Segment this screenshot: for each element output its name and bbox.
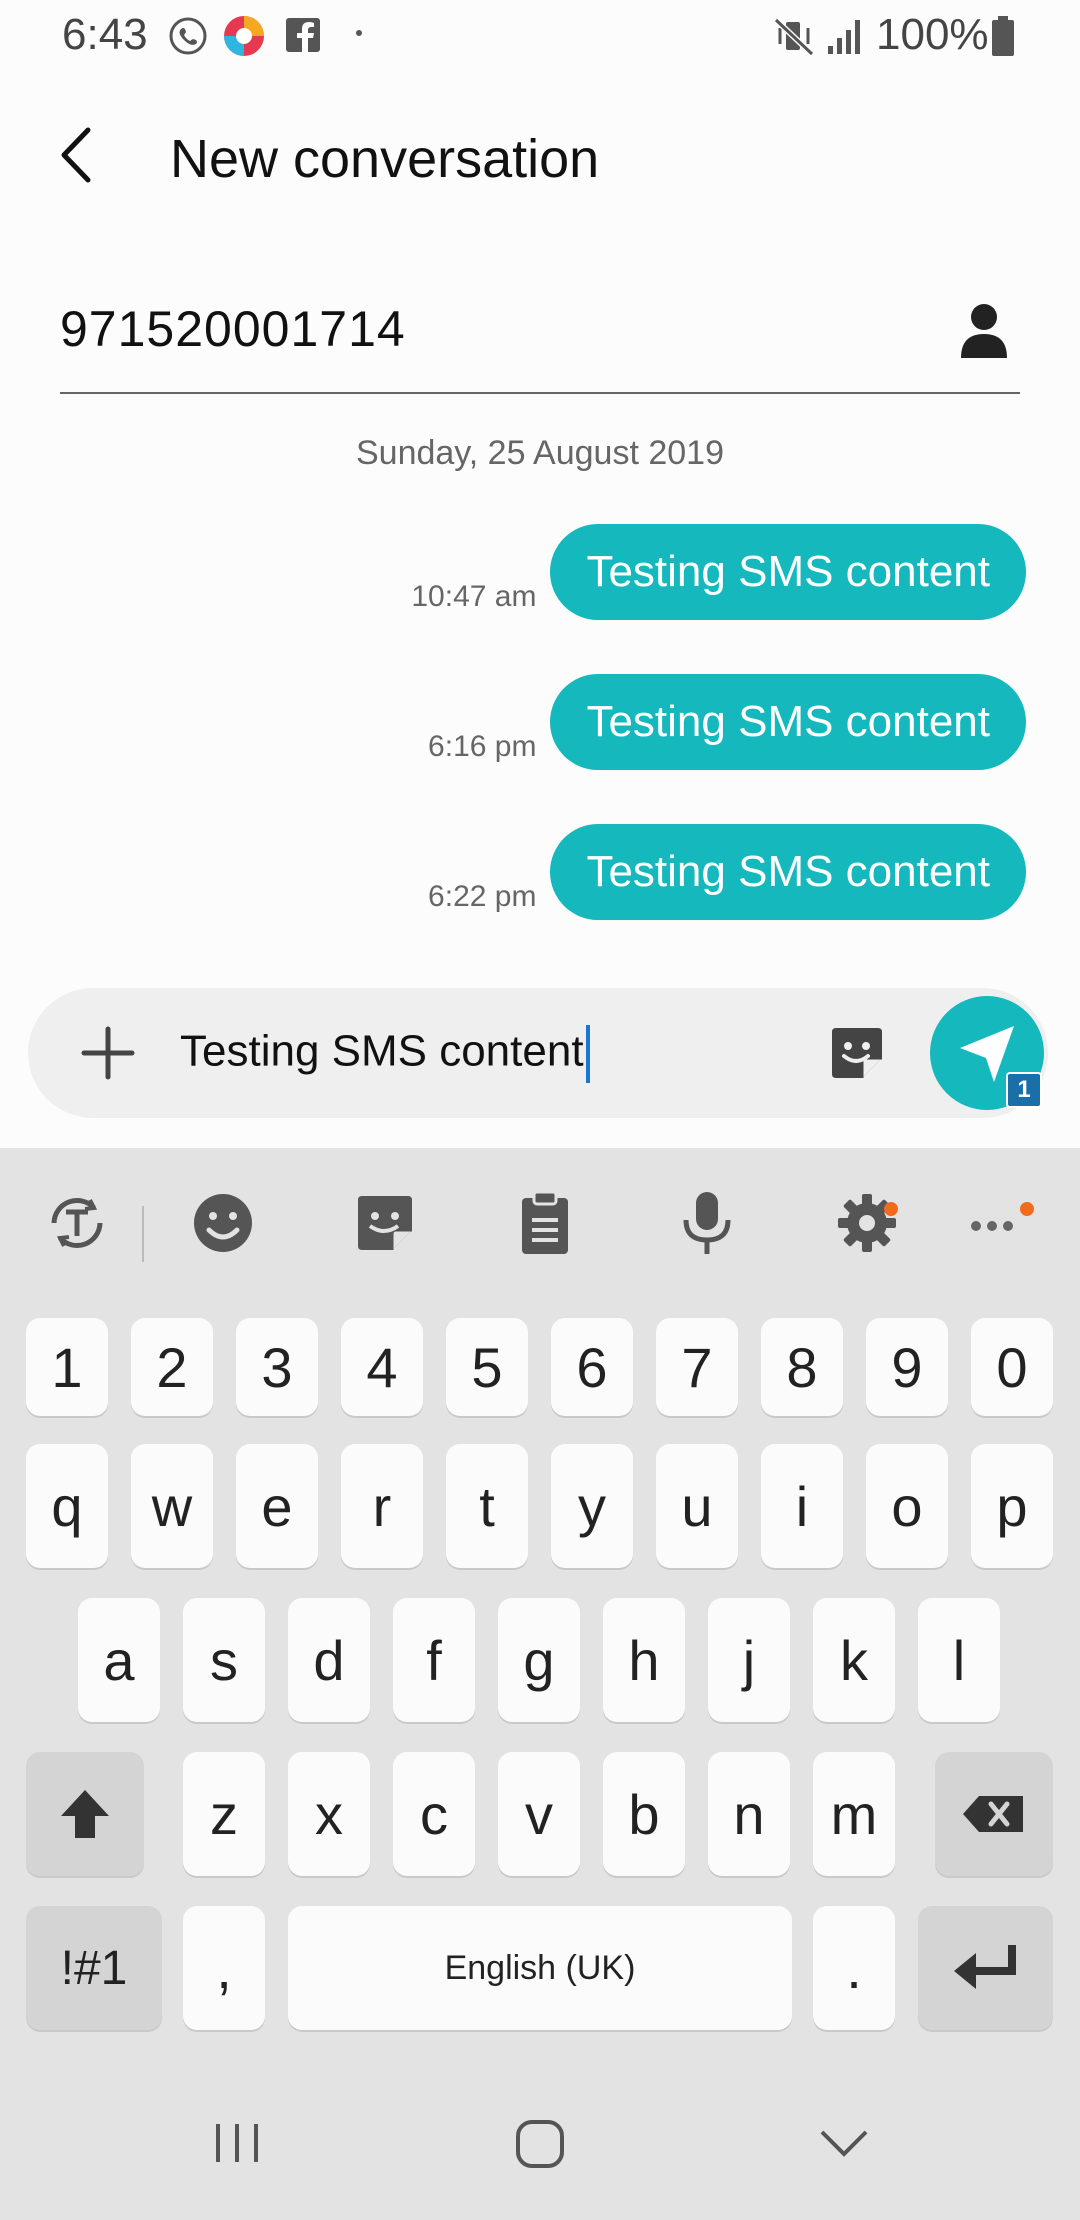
sticker-icon[interactable] <box>350 1188 420 1258</box>
recipient-input[interactable]: 971520001714 <box>60 300 406 358</box>
key-v[interactable]: v <box>498 1752 580 1876</box>
key-m[interactable]: m <box>813 1752 895 1876</box>
message-row: 10:47 am Testing SMS content <box>411 524 1026 620</box>
key-3[interactable]: 3 <box>236 1318 318 1416</box>
message-input[interactable]: Testing SMS content <box>180 1025 590 1083</box>
key-8[interactable]: 8 <box>761 1318 843 1416</box>
date-divider: Sunday, 25 August 2019 <box>355 434 724 472</box>
key-a[interactable]: a <box>78 1598 160 1722</box>
home-icon[interactable] <box>514 2118 566 2170</box>
key-4[interactable]: 4 <box>341 1318 423 1416</box>
enter-arrow-icon <box>953 1945 1016 1989</box>
key-7[interactable]: 7 <box>656 1318 738 1416</box>
toolbar-divider <box>142 1206 144 1262</box>
status-bar: 6:43 100% <box>0 0 1080 72</box>
message-row: 6:22 pm Testing SMS content <box>428 824 1026 920</box>
system-navigation-bar <box>0 2058 1080 2220</box>
facebook-icon <box>286 18 320 52</box>
battery-icon <box>992 16 1014 56</box>
sim-badge: 1 <box>1006 1072 1042 1108</box>
text-cursor <box>585 1025 590 1083</box>
comma-key[interactable]: , <box>183 1906 265 2030</box>
recipient-underline <box>60 392 1020 394</box>
more-options-icon[interactable] <box>962 1188 1032 1258</box>
key-2[interactable]: 2 <box>131 1318 213 1416</box>
key-n[interactable]: n <box>708 1752 790 1876</box>
key-l[interactable]: l <box>918 1598 1000 1722</box>
key-z[interactable]: z <box>183 1752 265 1876</box>
key-x[interactable]: x <box>288 1752 370 1876</box>
key-w[interactable]: w <box>131 1444 213 1568</box>
key-j[interactable]: j <box>708 1598 790 1722</box>
nav-back-chevron-icon[interactable] <box>818 2124 870 2164</box>
message-bubble[interactable]: Testing SMS content <box>550 674 1026 770</box>
microphone-icon[interactable] <box>672 1188 742 1258</box>
key-0[interactable]: 0 <box>971 1318 1053 1416</box>
key-h[interactable]: h <box>603 1598 685 1722</box>
message-row: 6:16 pm Testing SMS content <box>428 674 1026 770</box>
period-key[interactable]: . <box>813 1906 895 2030</box>
key-6[interactable]: 6 <box>551 1318 633 1416</box>
key-c[interactable]: c <box>393 1752 475 1876</box>
backspace-key[interactable] <box>935 1752 1053 1876</box>
key-q[interactable]: q <box>26 1444 108 1568</box>
symbols-key[interactable]: !#1 <box>26 1906 162 2030</box>
contact-picker-icon[interactable] <box>955 300 1013 360</box>
message-time: 6:16 pm <box>428 730 537 763</box>
page-title: New conversation <box>170 129 600 189</box>
key-o[interactable]: o <box>866 1444 948 1568</box>
chrome-like-app-icon <box>224 16 264 56</box>
mute-vibrate-icon <box>773 17 815 57</box>
message-time: 10:47 am <box>411 580 537 613</box>
more-notification-dot <box>1020 1202 1034 1216</box>
key-g[interactable]: g <box>498 1598 580 1722</box>
notification-dot-icon <box>356 30 362 36</box>
keyboard: 1 2 3 4 5 6 7 8 9 0 q w e r t y u i o p … <box>0 1148 1080 2058</box>
signal-icon <box>828 20 860 54</box>
enter-key[interactable] <box>918 1906 1053 2030</box>
key-f[interactable]: f <box>393 1598 475 1722</box>
battery-percentage: 100% <box>876 10 989 59</box>
key-d[interactable]: d <box>288 1598 370 1722</box>
key-y[interactable]: y <box>551 1444 633 1568</box>
back-arrow-icon[interactable] <box>50 120 110 190</box>
attach-plus-icon[interactable] <box>80 1025 136 1081</box>
backspace-icon <box>963 1796 1023 1832</box>
sticker-icon[interactable] <box>826 1022 888 1084</box>
keyboard-toolbar <box>0 1148 1080 1298</box>
key-i[interactable]: i <box>761 1444 843 1568</box>
message-time: 6:22 pm <box>428 880 537 913</box>
key-t[interactable]: t <box>446 1444 528 1568</box>
text-translate-icon[interactable] <box>42 1188 112 1258</box>
message-bubble[interactable]: Testing SMS content <box>550 824 1026 920</box>
key-9[interactable]: 9 <box>866 1318 948 1416</box>
key-s[interactable]: s <box>183 1598 265 1722</box>
key-1[interactable]: 1 <box>26 1318 108 1416</box>
space-bar-label: English (UK) <box>444 1948 636 1987</box>
settings-gear-icon[interactable] <box>832 1188 902 1258</box>
recent-apps-icon[interactable] <box>210 2120 264 2166</box>
key-u[interactable]: u <box>656 1444 738 1568</box>
whatsapp-call-icon <box>169 17 207 55</box>
status-time: 6:43 <box>62 10 148 59</box>
key-r[interactable]: r <box>341 1444 423 1568</box>
clipboard-icon[interactable] <box>510 1188 580 1258</box>
key-k[interactable]: k <box>813 1598 895 1722</box>
shift-key[interactable] <box>26 1752 144 1876</box>
emoji-icon[interactable] <box>188 1188 258 1258</box>
key-e[interactable]: e <box>236 1444 318 1568</box>
key-p[interactable]: p <box>971 1444 1053 1568</box>
key-5[interactable]: 5 <box>446 1318 528 1416</box>
message-input-value: Testing SMS content <box>180 1026 584 1076</box>
shift-arrow-icon <box>61 1790 109 1838</box>
key-b[interactable]: b <box>603 1752 685 1876</box>
space-bar[interactable]: English (UK) <box>288 1906 792 2030</box>
message-bubble[interactable]: Testing SMS content <box>550 524 1026 620</box>
settings-notification-dot <box>884 1202 898 1216</box>
